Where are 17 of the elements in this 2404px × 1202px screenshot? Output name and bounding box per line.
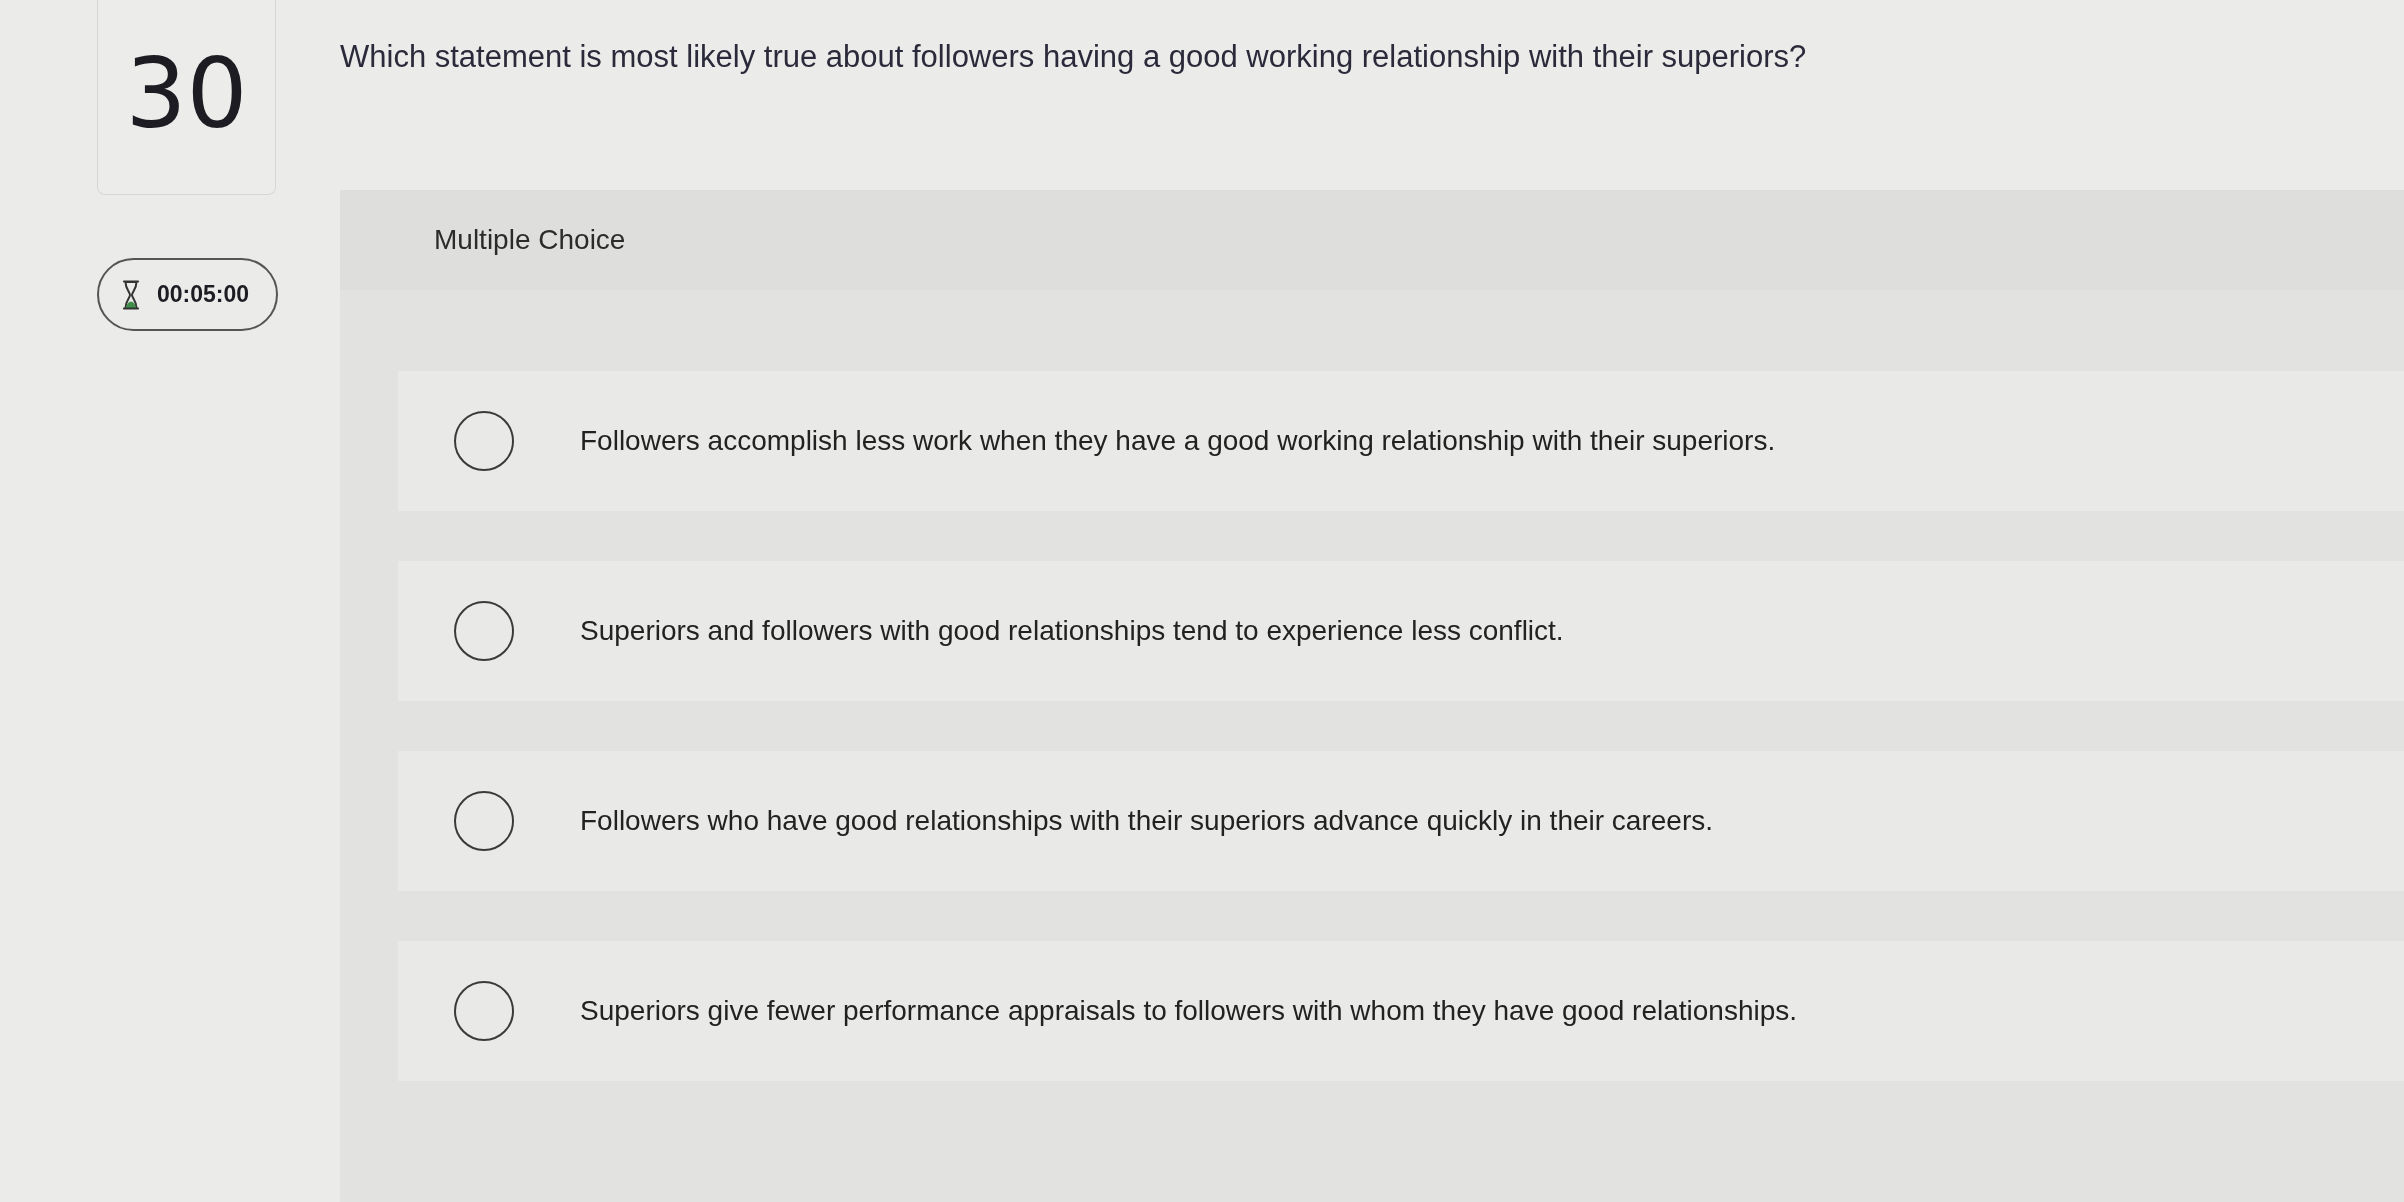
question-text: Which statement is most likely true about followers having a good working relationship with their superiors? [340, 38, 1808, 75]
option-text: Superiors give fewer performance appraisals to followers with whom they have good relationships. [580, 995, 1798, 1027]
question-type-label: Multiple Choice [434, 224, 626, 256]
option-text: Followers accomplish less work when they have a good working relationship with their superiors. [580, 425, 1776, 457]
option-text: Followers who have good relationships with their superiors advance quickly in their careers. [580, 805, 1713, 837]
answer-option[interactable]: Followers accomplish less work when they have a good working relationship with their superiors. [398, 371, 2404, 511]
hourglass-icon [121, 279, 141, 310]
radio-button[interactable] [453, 600, 515, 662]
radio-button[interactable] [453, 410, 515, 472]
option-text: Superiors and followers with good relationships tend to experience less conflict. [580, 615, 1564, 647]
answer-option[interactable]: Followers who have good relationships with their superiors advance quickly in their careers. [398, 751, 2404, 891]
question-number: 30 [97, 0, 276, 195]
radio-button[interactable] [453, 790, 515, 852]
answer-option[interactable]: Superiors give fewer performance appraisals to followers with whom they have good relationships. [398, 941, 2404, 1081]
timer-text: 00:05:00 [157, 281, 250, 308]
radio-button[interactable] [453, 980, 515, 1042]
answer-option[interactable]: Superiors and followers with good relationships tend to experience less conflict. [398, 561, 2404, 701]
